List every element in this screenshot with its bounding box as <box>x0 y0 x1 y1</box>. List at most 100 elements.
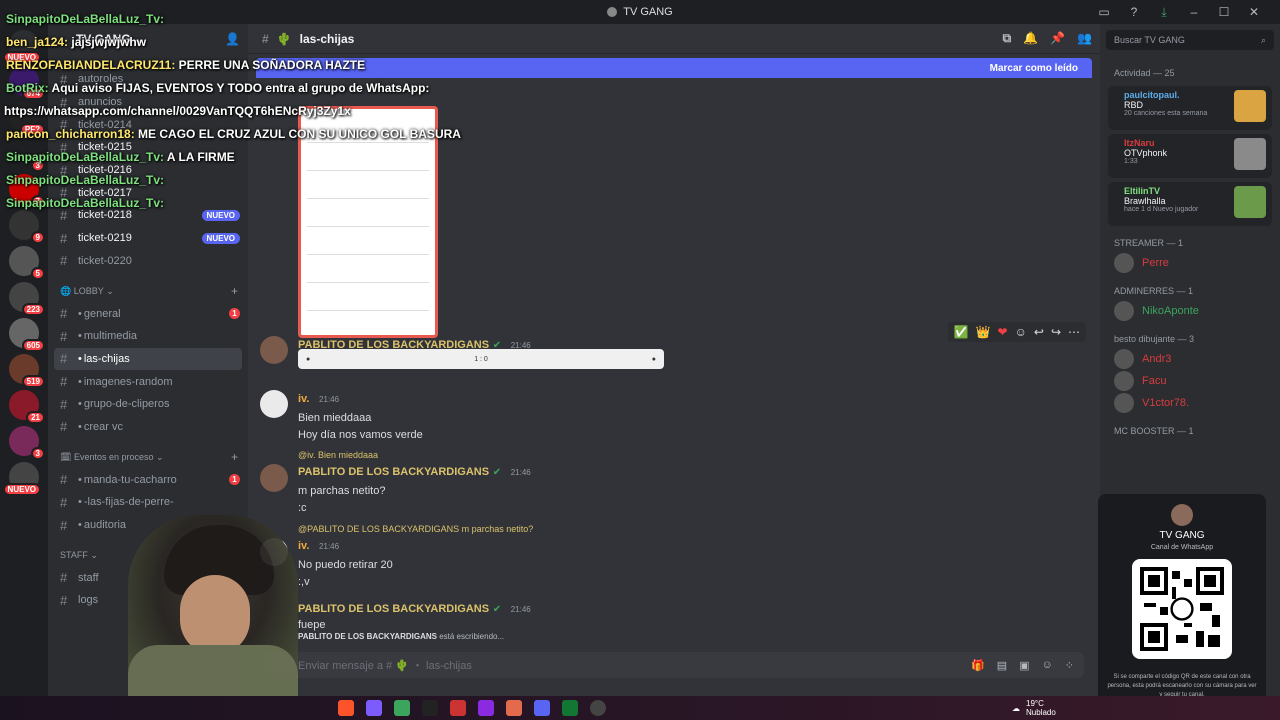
member-item[interactable]: Perre <box>1100 252 1280 274</box>
avatar[interactable] <box>260 390 288 418</box>
channel-label: ticket-0214 <box>78 118 132 131</box>
download-icon[interactable]: ⤓ <box>1156 5 1172 20</box>
channel-ticket-0215[interactable]: # ticket-0215 <box>48 136 248 159</box>
maximize-button[interactable]: ☐ <box>1216 5 1232 19</box>
activity-thumbnail <box>1234 138 1266 170</box>
help-icon[interactable]: ? <box>1126 5 1142 19</box>
activity-card[interactable]: ItzNaru OTVphonk 1:33 <box>1108 134 1272 178</box>
channel-grupo-de-cliperos[interactable]: # • grupo-de-cliperos <box>48 393 248 416</box>
server-icon[interactable]: 674 <box>9 66 45 100</box>
emoji-icon[interactable]: ☺ <box>1042 659 1053 672</box>
member-item[interactable]: V1ctor78. <box>1100 392 1280 414</box>
cloud-icon: ☁ <box>1012 703 1020 713</box>
channel-crear-vc[interactable]: # • crear vc <box>48 416 248 439</box>
reply-preview[interactable]: @iv. Bien mieddaaa <box>298 450 531 460</box>
reply-preview[interactable]: @PABLITO DE LOS BACKYARDIGANS m parchas … <box>298 524 533 534</box>
discord-icon[interactable] <box>534 700 550 716</box>
calendar-icon: 🗓 <box>60 451 74 462</box>
server-icon[interactable]: 9 <box>9 210 45 244</box>
gif-icon[interactable]: ▤ <box>997 659 1007 672</box>
add-reaction-icon[interactable]: ☺ <box>1015 325 1027 339</box>
channel-las-chijas[interactable]: # • las-chijas <box>54 347 242 371</box>
activity-card[interactable]: paulcitopaul. RBD 20 canciones esta semana <box>1108 86 1272 130</box>
crown-reaction-icon[interactable]: 👑 <box>976 325 991 339</box>
members-icon[interactable]: 👥 <box>1077 31 1092 46</box>
server-icon[interactable]: PF? <box>9 102 45 136</box>
channel-ticket-0218[interactable]: # ticket-0218 NUEVO <box>48 204 248 227</box>
check-reaction-icon[interactable]: ✅ <box>954 325 969 339</box>
more-icon[interactable]: ⋯ <box>1068 325 1080 339</box>
capcut-icon[interactable] <box>422 700 438 716</box>
channel-ticket-0219[interactable]: # ticket-0219 NUEVO <box>48 227 248 250</box>
message: iv. 21:46 Bien mieddaaa Hoy día nos vamo… <box>260 390 423 444</box>
channel-imagenes-random[interactable]: # • imagenes-random <box>48 370 248 393</box>
weather-widget[interactable]: ☁ 19°C Nublado <box>1012 696 1056 720</box>
server-icon[interactable]: 21 <box>9 390 45 424</box>
gift-icon[interactable]: 🎁 <box>971 659 985 672</box>
category-lobby[interactable]: 🌐 LOBBY ⌄ + <box>48 280 248 302</box>
pin-icon[interactable]: 📌 <box>1050 31 1065 46</box>
channel-las-fijas-de-perre[interactable]: # • -las-fijas-de-perre- <box>48 491 248 514</box>
score-icon: 1 : 0 <box>474 355 488 363</box>
message-author[interactable]: PABLITO DE LOS BACKYARDIGANS <box>298 603 489 615</box>
server-icon[interactable]: 3 <box>9 426 45 460</box>
minimize-button[interactable]: – <box>1186 5 1202 19</box>
reply-icon[interactable]: ↩ <box>1034 325 1044 339</box>
avatar[interactable] <box>260 336 288 364</box>
apps-grid-icon[interactable] <box>366 700 382 716</box>
message-author[interactable]: iv. <box>298 540 309 552</box>
add-channel-icon[interactable]: + <box>231 450 238 464</box>
add-member-icon[interactable]: 👤 <box>225 32 240 46</box>
channel-ticket-0220[interactable]: # ticket-0220 <box>48 250 248 273</box>
message-author[interactable]: PABLITO DE LOS BACKYARDIGANS <box>298 466 489 478</box>
inbox-icon[interactable]: ▭ <box>1096 5 1112 19</box>
server-icon[interactable]: 3 <box>9 138 45 172</box>
channel-ticket-0217[interactable]: # ticket-0217 <box>48 181 248 204</box>
channel-general[interactable]: # • general 1 <box>48 302 248 325</box>
channel-ticket-0214[interactable]: # ticket-0214 <box>48 113 248 136</box>
photos-icon[interactable] <box>450 700 466 716</box>
server-icon[interactable]: NUEVO <box>2 462 41 496</box>
add-channel-icon[interactable]: + <box>231 284 238 298</box>
obs-icon[interactable] <box>590 700 606 716</box>
message-input[interactable]: Enviar mensaje a # 🌵 ・ las-chijas 🎁 ▤ ▣ … <box>264 652 1084 678</box>
spark-icon[interactable] <box>506 700 522 716</box>
avatar[interactable] <box>260 464 288 492</box>
apps-icon[interactable]: ⁘ <box>1065 659 1074 672</box>
activity-card[interactable]: EltilinTV Brawlhalla hace 1 d Nuevo jugado… <box>1108 182 1272 226</box>
terminal-icon[interactable] <box>562 700 578 716</box>
channel-anuncios[interactable]: # anuncios <box>48 91 248 114</box>
qr-code[interactable] <box>1132 559 1232 659</box>
search-input[interactable]: Buscar TV GANG ⌕ <box>1106 30 1274 50</box>
bet-slip-image[interactable] <box>298 106 438 338</box>
server-icon[interactable]: 5 <box>9 246 45 280</box>
category-events[interactable]: 🗓 Eventos en proceso ⌄ + <box>48 446 248 468</box>
mark-as-read-button[interactable]: Marcar como leído <box>990 63 1092 74</box>
member-item[interactable]: Andr3 <box>1100 348 1280 370</box>
whatsapp-qr-card: TV GANG Canal de WhatsApp Si se comparte… <box>1098 494 1266 714</box>
play-icon[interactable] <box>394 700 410 716</box>
member-item[interactable]: NikoAponte <box>1100 300 1280 322</box>
channel-multimedia[interactable]: # • multimedia <box>48 325 248 348</box>
member-item[interactable]: Facu <box>1100 370 1280 392</box>
server-icon[interactable]: 7 <box>9 174 45 208</box>
server-name[interactable]: TV GANG ⌄ 👤 <box>48 24 248 54</box>
channel-ticket-0216[interactable]: # ticket-0216 <box>48 159 248 182</box>
server-icon[interactable]: 605 <box>9 318 45 352</box>
close-button[interactable]: ✕ <box>1246 5 1262 19</box>
threads-icon[interactable]: ⧉ <box>1003 31 1012 46</box>
embed-image[interactable]: ● 1 : 0 ● <box>298 349 664 369</box>
new-messages-bar[interactable]: Marcar como leído <box>256 58 1092 78</box>
editor-icon[interactable] <box>478 700 494 716</box>
message-author[interactable]: iv. <box>298 393 309 405</box>
brave-icon[interactable] <box>338 700 354 716</box>
heart-reaction-icon[interactable]: ❤ <box>998 325 1008 339</box>
channel-autoroles[interactable]: # autoroles <box>48 68 248 91</box>
server-icon[interactable]: 519 <box>9 354 45 388</box>
forward-icon[interactable]: ↪ <box>1051 325 1061 339</box>
bell-icon[interactable]: 🔔 <box>1023 31 1038 46</box>
channel-manda-tu-cacharro[interactable]: # • manda-tu-cacharro 1 <box>48 468 248 491</box>
server-icon[interactable]: NUEVO <box>2 30 41 64</box>
server-icon[interactable]: 223 <box>9 282 45 316</box>
sticker-icon[interactable]: ▣ <box>1019 659 1029 672</box>
